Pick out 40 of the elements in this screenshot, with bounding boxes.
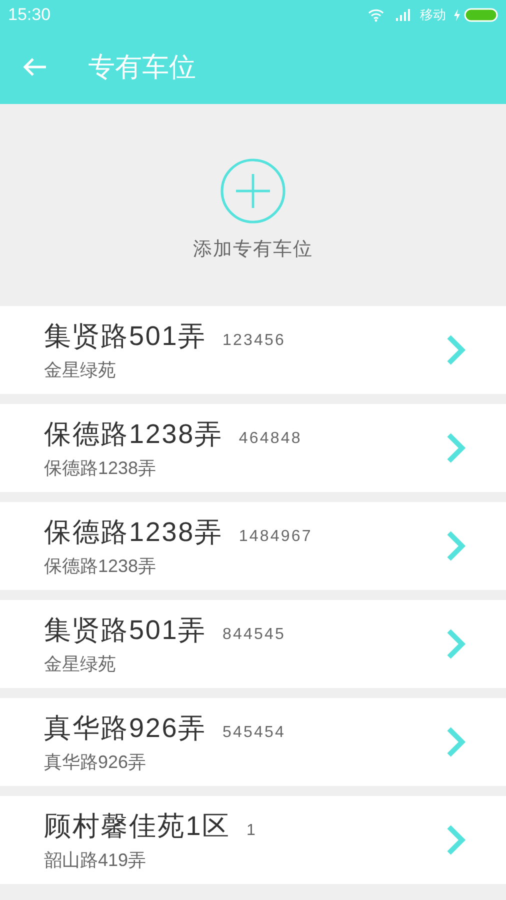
parking-spot-item[interactable]: 顾村馨佳苑1区 1 韶山路419弄 [0, 796, 506, 884]
parking-spot-item[interactable]: 保德路1238弄 1484967 保德路1238弄 [0, 502, 506, 590]
spot-code: 545454 [222, 723, 286, 743]
chevron-right-icon [446, 824, 466, 856]
spot-code: 464848 [238, 429, 302, 449]
spot-name: 集贤路501弄 [44, 320, 206, 353]
signal-icon [396, 9, 412, 21]
battery-icon [464, 8, 498, 22]
spot-name: 真华路926弄 [44, 712, 206, 745]
wifi-icon [368, 8, 384, 22]
parking-spot-item[interactable]: 保德路1238弄 464848 保德路1238弄 [0, 404, 506, 492]
chevron-right-icon [446, 726, 466, 758]
chevron-right-icon [446, 432, 466, 464]
carrier-label: 移动 [420, 6, 446, 24]
spot-code: 844545 [222, 625, 286, 645]
spot-address: 金星绿苑 [44, 359, 117, 381]
spot-code: 123456 [222, 331, 286, 351]
spot-address: 真华路926弄 [44, 751, 148, 773]
add-spot-button[interactable]: 添加专有车位 [193, 158, 313, 264]
spot-name: 顾村馨佳苑1区 [44, 810, 230, 843]
chevron-right-icon [446, 334, 466, 366]
chevron-right-icon [446, 628, 466, 660]
spot-name: 集贤路501弄 [44, 614, 206, 647]
spot-address: 保德路1238弄 [44, 555, 158, 577]
spot-name: 保德路1238弄 [44, 516, 223, 549]
charging-icon [454, 9, 460, 21]
spot-address: 保德路1238弄 [44, 457, 158, 479]
spot-code: 1 [246, 821, 257, 841]
spot-code: 1484967 [238, 527, 312, 547]
parking-spot-item[interactable]: 集贤路501弄 123456 金星绿苑 [0, 306, 506, 394]
status-time: 15:30 [8, 4, 51, 26]
spot-address: 金星绿苑 [44, 653, 117, 675]
spot-name: 保德路1238弄 [44, 418, 223, 451]
parking-spot-item[interactable]: 集贤路501弄 844545 金星绿苑 [0, 600, 506, 688]
plus-circle-icon [220, 158, 286, 224]
parking-spot-item[interactable]: 真华路926弄 545454 真华路926弄 [0, 698, 506, 786]
chevron-right-icon [446, 530, 466, 562]
spot-address: 韶山路419弄 [44, 849, 148, 871]
back-arrow-icon [23, 57, 47, 77]
page-title: 专有车位 [88, 50, 196, 84]
